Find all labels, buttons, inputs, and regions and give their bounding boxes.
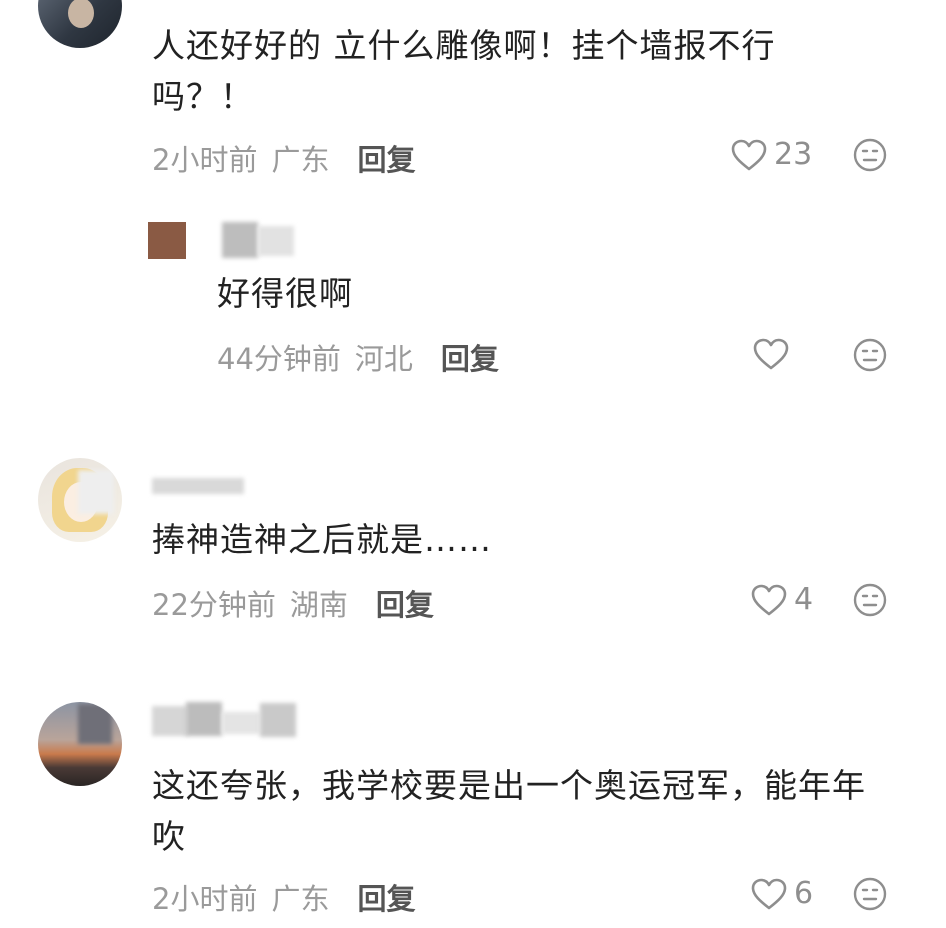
comment-meta: 44分钟前 河北 回复 xyxy=(217,336,499,378)
comment-location: 河北 xyxy=(354,342,413,376)
username xyxy=(152,478,244,494)
neutral-face-icon[interactable] xyxy=(853,877,887,915)
avatar[interactable] xyxy=(38,702,122,786)
comment-time: 44分钟前 xyxy=(217,342,341,376)
comment-time: 22分钟前 xyxy=(152,588,276,622)
avatar[interactable] xyxy=(38,458,122,542)
reply-button[interactable]: 回复 xyxy=(357,143,415,177)
neutral-face-icon[interactable] xyxy=(853,338,887,376)
comment-meta: 22分钟前 湖南 回复 xyxy=(152,582,434,624)
heart-outline-icon xyxy=(750,583,788,617)
like-button[interactable] xyxy=(746,337,790,371)
heart-outline-icon xyxy=(752,337,790,371)
neutral-face-icon[interactable] xyxy=(853,138,887,176)
neutral-face-icon[interactable] xyxy=(853,583,887,621)
username xyxy=(258,226,294,256)
like-button[interactable]: 23 xyxy=(724,137,812,172)
heart-outline-icon xyxy=(730,138,768,172)
comment-time: 2小时前 xyxy=(152,882,258,916)
username xyxy=(186,702,222,736)
like-count: 23 xyxy=(774,137,813,172)
avatar[interactable] xyxy=(38,0,122,48)
reply-button[interactable]: 回复 xyxy=(357,882,415,916)
reply-button[interactable]: 回复 xyxy=(376,588,434,622)
comment-location: 广东 xyxy=(271,143,330,177)
comment-time: 2小时前 xyxy=(152,143,258,177)
username xyxy=(152,706,188,736)
comment-text: 好得很啊 xyxy=(217,274,353,313)
comment-meta: 2小时前 广东 回复 xyxy=(152,137,415,179)
username xyxy=(260,703,296,737)
avatar[interactable] xyxy=(148,222,186,259)
reply-button[interactable]: 回复 xyxy=(441,342,499,376)
username xyxy=(222,712,260,734)
comment-meta: 2小时前 广东 回复 xyxy=(152,876,415,918)
like-button[interactable]: 4 xyxy=(744,582,813,617)
like-count: 6 xyxy=(794,876,814,911)
comment-location: 广东 xyxy=(271,882,330,916)
username xyxy=(222,222,258,258)
heart-outline-icon xyxy=(750,877,788,911)
comment-text: 捧神造神之后就是…… xyxy=(152,520,492,559)
like-count: 4 xyxy=(794,582,814,617)
comment-text: 人还好好的 立什么雕像啊！挂个墙报不行吗？！ xyxy=(152,26,776,116)
like-button[interactable]: 6 xyxy=(744,876,813,911)
comment-text: 这还夸张，我学校要是出一个奥运冠军，能年年吹 xyxy=(152,766,866,856)
comment-location: 湖南 xyxy=(289,588,348,622)
